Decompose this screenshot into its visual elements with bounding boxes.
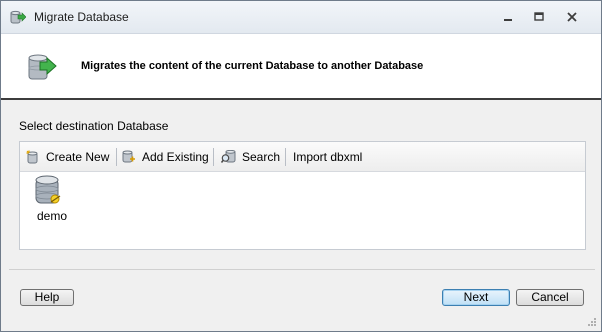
add-existing-database-icon [122,150,135,163]
close-icon [567,12,577,22]
cancel-button[interactable]: Cancel [516,289,584,306]
migrate-database-icon [10,10,26,24]
add-existing-label: Add Existing [142,150,209,164]
create-new-label: Create New [46,150,110,164]
new-database-icon [26,150,38,164]
search-database-icon [221,150,236,163]
add-existing-button[interactable]: Add Existing [122,149,209,165]
maximize-button[interactable] [530,10,548,24]
database-item-demo[interactable]: demo [34,175,68,225]
dialog-header: Migrates the content of the current Data… [1,34,601,100]
import-dbxml-label: Import dbxml [293,150,363,164]
dialog-description: Migrates the content of the current Data… [81,60,424,72]
select-destination-label: Select destination Database [19,119,169,133]
create-new-button[interactable]: Create New [26,149,109,165]
minimize-icon [504,19,512,21]
database-label: demo [37,209,68,223]
maximize-icon [534,12,544,21]
minimize-button[interactable] [499,10,517,24]
import-dbxml-button[interactable]: Import dbxml [293,149,362,165]
close-button[interactable] [563,10,581,24]
database-toolbar: Create New Add Existing Search Import db… [20,142,585,172]
search-button[interactable]: Search [221,149,280,165]
window-title: Migrate Database [34,10,129,24]
toolbar-separator [213,148,214,166]
search-label: Search [242,150,281,164]
footer-divider [9,269,595,270]
destination-database-panel: Create New Add Existing Search Import db… [19,141,586,250]
migrate-database-dialog: Migrate Database Migrates the content of… [0,0,602,332]
database-icon [35,175,61,204]
help-button[interactable]: Help [20,289,74,306]
title-bar[interactable]: Migrate Database [1,1,601,34]
migrate-database-icon [28,54,57,80]
toolbar-separator [285,148,286,166]
next-button[interactable]: Next [442,289,510,306]
resize-grip-icon[interactable] [587,317,597,327]
toolbar-separator [116,148,117,166]
